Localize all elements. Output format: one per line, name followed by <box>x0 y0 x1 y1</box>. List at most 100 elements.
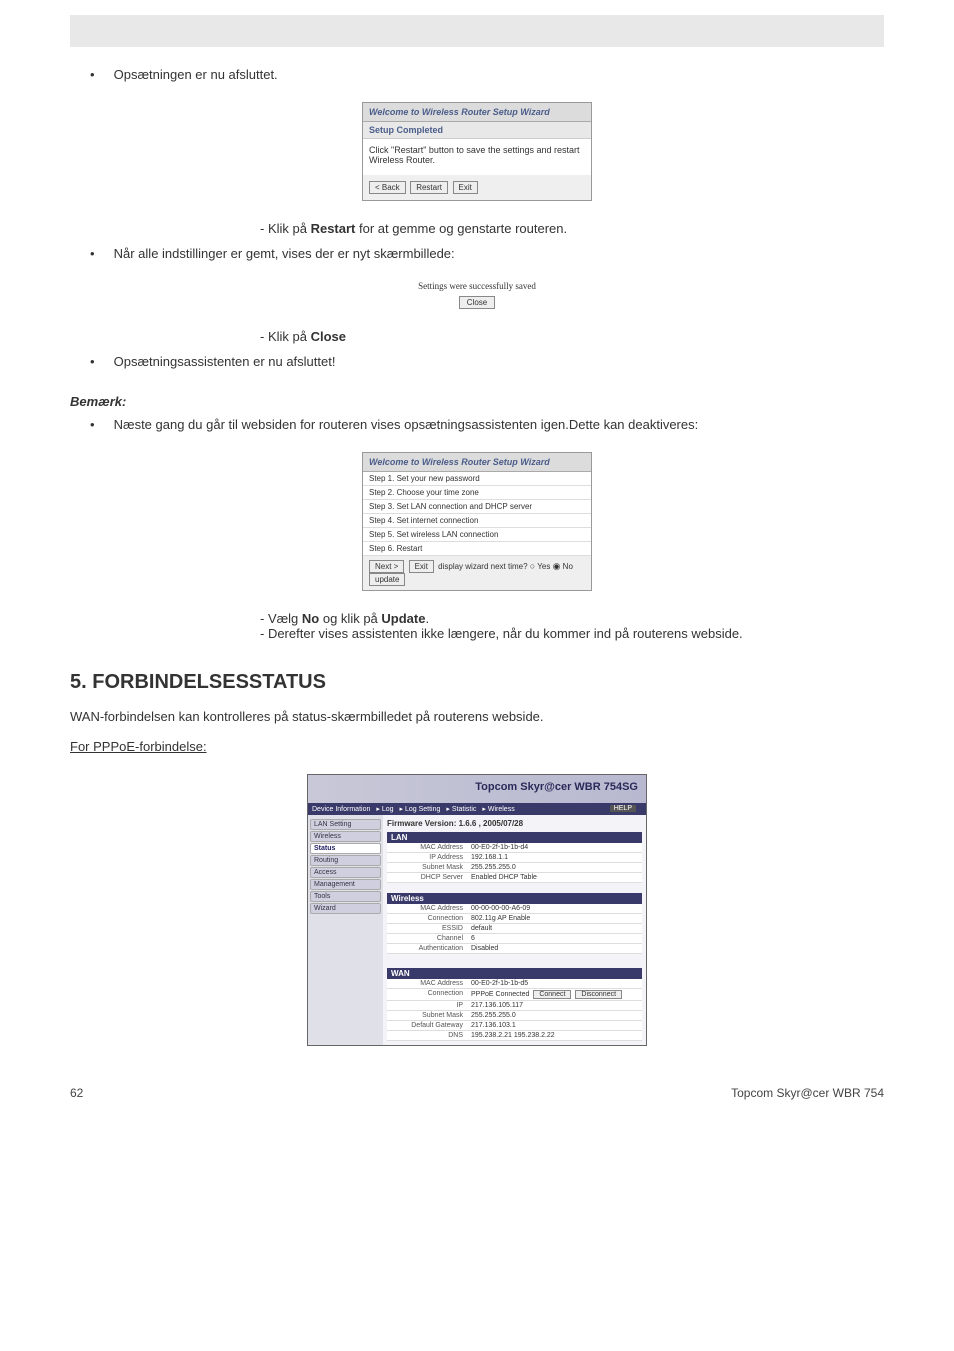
sidebar-item[interactable]: Access <box>310 867 381 878</box>
k: Subnet Mask <box>387 1011 467 1020</box>
v: Enabled DHCP Table <box>467 873 642 882</box>
router-header: Topcom Skyr@cer WBR 754SG <box>308 775 646 803</box>
v: 217.136.105.117 <box>467 1001 642 1010</box>
k: MAC Address <box>387 843 467 852</box>
bullet-dot: • <box>90 67 110 82</box>
disconnect-button[interactable]: Disconnect <box>575 990 622 999</box>
sidebar-item-active[interactable]: Status <box>310 843 381 854</box>
k: DNS <box>387 1031 467 1040</box>
k: MAC Address <box>387 979 467 988</box>
nav-item[interactable]: Log <box>382 806 394 813</box>
note-label: Bemærk: <box>70 394 884 409</box>
saved-dialog: Settings were successfully saved Close <box>402 281 552 309</box>
exit-button[interactable]: Exit <box>453 181 478 194</box>
v: Disabled <box>467 944 642 953</box>
k: Connection <box>387 989 467 1000</box>
instruction: - Vælg No og klik på Update. - Derefter … <box>260 611 884 641</box>
pppoe-label: For PPPoE-forbindelse: <box>70 739 207 754</box>
conn-status: PPPoE Connected <box>471 991 529 998</box>
wizard-buttons: < Back Restart Exit <box>363 175 591 200</box>
bullet-dot: • <box>90 354 110 369</box>
close-button[interactable]: Close <box>459 296 495 309</box>
wizard-title: Welcome to Wireless Router Setup Wizard <box>363 103 591 122</box>
k: Default Gateway <box>387 1021 467 1030</box>
v: 195.238.2.21 195.238.2.22 <box>467 1031 642 1040</box>
radio-no[interactable]: ◉ <box>553 561 561 571</box>
step-row: Step 6. Restart <box>363 542 591 556</box>
wireless-header: Wireless <box>387 893 642 904</box>
router-brand: Topcom Skyr@cer WBR 754SG <box>475 781 638 793</box>
instruction: - Klik på Restart for at gemme og gensta… <box>260 221 884 236</box>
v: 255.255.255.0 <box>467 863 642 872</box>
saved-msg: Settings were successfully saved <box>402 281 552 291</box>
nav-item[interactable]: Log Setting <box>405 806 440 813</box>
exit-button[interactable]: Exit <box>409 560 434 573</box>
wizard-title: Welcome to Wireless Router Setup Wizard <box>363 453 591 472</box>
text: - Klik på <box>260 221 311 236</box>
v: 00-E0-2f-1b-1b-d5 <box>467 979 642 988</box>
v: 192.168.1.1 <box>467 853 642 862</box>
bullet-line: • Næste gang du går til websiden for rou… <box>90 417 884 432</box>
v: 6 <box>467 934 642 943</box>
k: DHCP Server <box>387 873 467 882</box>
nav-item[interactable]: Wireless <box>488 806 515 813</box>
section-intro: WAN-forbindelsen kan kontrolleres på sta… <box>70 709 884 724</box>
wizard-steps: Welcome to Wireless Router Setup Wizard … <box>362 452 592 591</box>
bullet-line: • Når alle indstillinger er gemt, vises … <box>90 246 884 261</box>
sidebar-item[interactable]: Tools <box>310 891 381 902</box>
v: 802.11g AP Enable <box>467 914 642 923</box>
next-button[interactable]: Next > <box>369 560 404 573</box>
router-navbar: Device Information▸ Log▸ Log Setting▸ St… <box>308 803 646 815</box>
bold: Close <box>311 329 346 344</box>
no-label: No <box>563 562 573 571</box>
text: - Klik på <box>260 329 311 344</box>
update-button[interactable]: update <box>369 573 405 586</box>
sidebar-item[interactable]: LAN Setting <box>310 819 381 830</box>
k: IP Address <box>387 853 467 862</box>
display-label: display wizard next time? <box>438 562 527 571</box>
radio-yes[interactable]: ○ <box>530 561 535 571</box>
back-button[interactable]: < Back <box>369 181 406 194</box>
wizard-completed: Welcome to Wireless Router Setup Wizard … <box>362 102 592 201</box>
restart-button[interactable]: Restart <box>410 181 448 194</box>
wizard-subtitle: Setup Completed <box>363 122 591 139</box>
step-row: Step 4. Set internet connection <box>363 514 591 528</box>
k: IP <box>387 1001 467 1010</box>
router-content: Firmware Version: 1.6.6 , 2005/07/28 LAN… <box>383 815 646 1045</box>
router-status-screenshot: Topcom Skyr@cer WBR 754SG Device Informa… <box>307 774 647 1046</box>
text: Opsætningsassistenten er nu afsluttet! <box>114 354 336 369</box>
k: Channel <box>387 934 467 943</box>
sidebar-item[interactable]: Wireless <box>310 831 381 842</box>
text: - Derefter vises assistenten ikke længer… <box>260 626 743 641</box>
lan-header: LAN <box>387 832 642 843</box>
bullet-dot: • <box>90 417 110 432</box>
text: Opsætningen er nu afsluttet. <box>114 67 278 82</box>
k: ESSID <box>387 924 467 933</box>
help-button[interactable]: HELP <box>610 805 636 812</box>
text: for at gemme og genstarte routeren. <box>355 221 567 236</box>
text: og klik på <box>319 611 381 626</box>
bold: No <box>302 611 319 626</box>
router-main: LAN Setting Wireless Status Routing Acce… <box>308 815 646 1045</box>
v: default <box>467 924 642 933</box>
text: Næste gang du går til websiden for route… <box>114 417 699 432</box>
k: Connection <box>387 914 467 923</box>
v: 217.136.103.1 <box>467 1021 642 1030</box>
bullet-line: • Opsætningen er nu afsluttet. <box>90 67 884 82</box>
bullet-dot: • <box>90 246 110 261</box>
text: . <box>425 611 429 626</box>
nav-item[interactable]: Device Information <box>312 806 370 813</box>
sidebar-item[interactable]: Routing <box>310 855 381 866</box>
sidebar-item[interactable]: Management <box>310 879 381 890</box>
wizard-body: Click "Restart" button to save the setti… <box>363 139 591 175</box>
wan-header: WAN <box>387 968 642 979</box>
k: Subnet Mask <box>387 863 467 872</box>
header-bar <box>70 15 884 47</box>
text: - Vælg <box>260 611 302 626</box>
connect-button[interactable]: Connect <box>533 990 571 999</box>
sidebar-item[interactable]: Wizard <box>310 903 381 914</box>
step-row: Step 5. Set wireless LAN connection <box>363 528 591 542</box>
step-row: Step 1. Set your new password <box>363 472 591 486</box>
step-row: Step 3. Set LAN connection and DHCP serv… <box>363 500 591 514</box>
nav-item[interactable]: Statistic <box>452 806 477 813</box>
